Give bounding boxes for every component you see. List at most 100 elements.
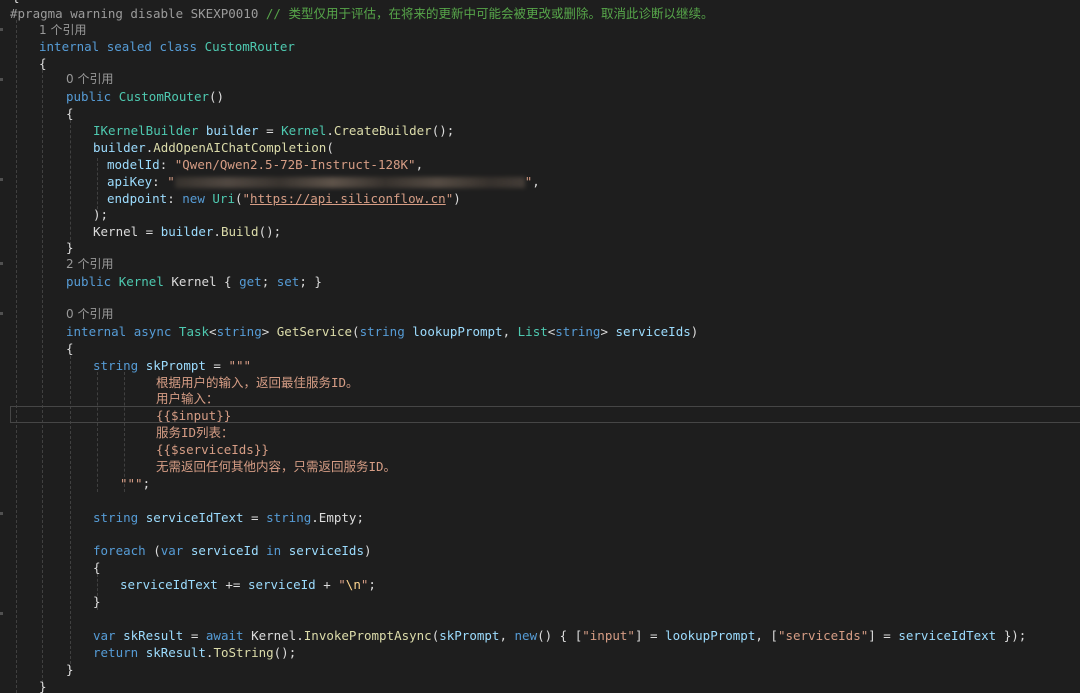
codelens-references[interactable]: 0 个引用 <box>66 306 113 323</box>
keyword: string <box>93 358 139 373</box>
code-line: return skResult.ToString(); <box>0 644 296 661</box>
punct: < <box>209 324 217 339</box>
prompt-text: 服务ID列表： <box>156 425 234 440</box>
code-line: } <box>0 239 74 256</box>
pragma-rest: warning disable SKEXP0010 <box>62 6 259 21</box>
margin-marker <box>0 28 3 31</box>
method-call: ToString <box>213 645 274 660</box>
code-line: 服务ID列表： <box>0 424 234 441</box>
code-line: ); <box>0 206 108 223</box>
code-line-prop: public Kernel Kernel { get; set; } <box>0 273 322 290</box>
punct: ( <box>326 140 334 155</box>
codelens-references[interactable]: 1 个引用 <box>39 22 86 39</box>
punct: , <box>502 324 518 339</box>
punct: ; } <box>299 274 322 289</box>
keyword: string <box>555 324 601 339</box>
punct: ) <box>453 191 461 206</box>
method-call: Build <box>220 224 259 239</box>
punct: ; <box>142 476 151 491</box>
keyword: string <box>216 324 262 339</box>
string-quote: " <box>338 577 346 592</box>
codelens-references[interactable]: 0 个引用 <box>66 71 113 88</box>
keyword: class <box>159 39 198 54</box>
indent-guide <box>70 120 71 250</box>
dot: . <box>311 510 319 525</box>
margin-marker <box>0 512 3 515</box>
keyword: new <box>514 628 538 643</box>
punct: : <box>152 174 168 189</box>
codelens-references[interactable]: 2 个引用 <box>66 256 113 273</box>
method-call: CreateBuilder <box>333 123 432 138</box>
code-line-method: internal async Task<string> GetService(s… <box>0 323 698 340</box>
code-line: { <box>0 559 101 576</box>
code-line: { <box>0 55 47 72</box>
dot: . <box>296 628 304 643</box>
variable: lookupPrompt <box>665 628 756 643</box>
keyword: string <box>93 510 139 525</box>
punct: , [ <box>755 628 778 643</box>
brace: } <box>39 679 47 693</box>
variable: skPrompt <box>439 628 500 643</box>
margin-marker <box>0 312 3 315</box>
codelens-line: 0 个引用 <box>0 306 113 323</box>
code-line: } <box>0 661 74 678</box>
punct: (); <box>273 645 297 660</box>
punct: (); <box>431 123 455 138</box>
margin-marker <box>0 178 3 181</box>
parens: () <box>209 89 225 104</box>
keyword: new <box>182 191 205 206</box>
escape-sequence: \n <box>345 577 361 592</box>
raw-string-open: """ <box>228 358 252 373</box>
param-name: lookupPrompt <box>412 324 503 339</box>
brace: } <box>93 594 101 609</box>
variable: serviceId <box>247 577 316 592</box>
variable: builder <box>205 123 259 138</box>
code-line: {{$serviceIds}} <box>0 441 269 458</box>
punct: ] = <box>634 628 666 643</box>
keyword: string <box>359 324 405 339</box>
punct: , <box>499 628 515 643</box>
prompt-variable: {{$serviceIds}} <box>156 442 269 457</box>
dot: . <box>213 224 221 239</box>
pragma-comment: // 类型仅用于评估，在将来的更新中可能会被更改或删除。取消此诊断以继续。 <box>258 6 714 21</box>
code-line: endpoint: new Uri("https://api.siliconfl… <box>0 190 461 207</box>
punct: }); <box>996 628 1027 643</box>
codelens-line: 0 个引用 <box>0 71 113 88</box>
code-editor[interactable]: { #pragma warning disable SKEXP0010 // 类… <box>0 0 1080 693</box>
code-line: serviceIdText += serviceId + "\n"; <box>0 576 376 593</box>
string-literal: "Qwen/Qwen2.5-72B-Instruct-128K" <box>174 157 416 172</box>
code-line: 根据用户的输入，返回最佳服务ID。 <box>0 374 359 391</box>
type-name: IKernelBuilder <box>93 123 199 138</box>
punct: , <box>532 174 540 189</box>
type-name: Kernel <box>118 274 164 289</box>
pragma-directive: #pragma <box>10 6 63 21</box>
url-link[interactable]: https://api.siliconflow.cn <box>250 191 446 206</box>
operator: = <box>243 510 267 525</box>
codelens-line: 2 个引用 <box>0 256 113 273</box>
operator: = <box>138 224 161 239</box>
punct: , <box>415 157 424 172</box>
dot: . <box>326 123 334 138</box>
property-name: Kernel <box>171 274 217 289</box>
param-name: modelId <box>107 157 160 172</box>
code-line: """; <box>0 475 150 492</box>
keyword: internal <box>39 39 100 54</box>
punct: ( <box>234 191 243 206</box>
operator: = <box>183 628 206 643</box>
brace: { <box>66 341 74 356</box>
keyword: string <box>266 510 312 525</box>
type-name: List <box>517 324 548 339</box>
code-line: 无需返回任何其他内容，只需返回服务ID。 <box>0 458 396 475</box>
keyword: in <box>266 543 282 558</box>
code-line: Kernel = builder.Build(); <box>0 223 281 240</box>
keyword: sealed <box>106 39 152 54</box>
code-line: foreach (var serviceId in serviceIds) <box>0 542 372 559</box>
member: Empty <box>318 510 357 525</box>
brace: { <box>93 560 101 575</box>
indent-guide <box>124 372 125 492</box>
prompt-text: 根据用户的输入，返回最佳服务ID。 <box>156 375 359 390</box>
string-quote: " <box>242 191 251 206</box>
variable: serviceIdText <box>145 510 244 525</box>
punct: ); <box>93 207 109 222</box>
redacted-api-key <box>174 177 525 188</box>
